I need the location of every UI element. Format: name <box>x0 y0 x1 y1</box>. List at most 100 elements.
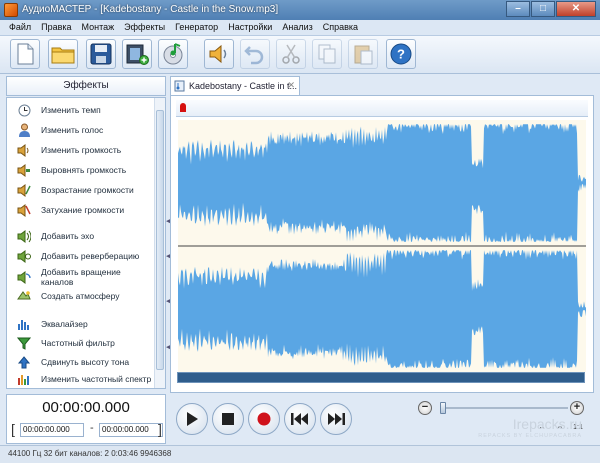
effect-equalizer[interactable]: Эквалайзер <box>17 317 152 331</box>
undo-icon <box>244 46 264 65</box>
tab-close-icon[interactable]: ✕ <box>287 80 295 91</box>
copy-button[interactable] <box>312 39 342 69</box>
open-button[interactable] <box>48 39 78 69</box>
reverb-icon <box>17 249 31 263</box>
watermark-sub: REPACKS BY ELCHUPACABRA <box>478 433 582 439</box>
effect-label: Частотный фильтр <box>41 338 115 348</box>
effect-frequency-filter[interactable]: Частотный фильтр <box>17 336 152 350</box>
menu-generator[interactable]: Генератор <box>170 20 223 35</box>
add-music-cd-icon <box>163 43 183 65</box>
copy-icon <box>318 44 336 64</box>
effect-label: Изменить частотный спектр <box>41 374 152 384</box>
zoom-in-button[interactable]: + <box>570 401 584 415</box>
filter-icon <box>17 336 31 350</box>
atmosphere-icon <box>17 289 31 303</box>
effect-create-atmosphere[interactable]: Создать атмосферу <box>17 289 152 303</box>
effect-change-volume[interactable]: Изменить громкость <box>17 143 152 157</box>
clock-icon <box>17 103 31 117</box>
effect-level-volume[interactable]: Выровнять громкость <box>17 163 152 177</box>
timeline-ruler[interactable] <box>176 100 588 117</box>
audio-player-button[interactable] <box>204 39 234 69</box>
zoom-out-button[interactable]: − <box>418 401 432 415</box>
menu-edit[interactable]: Правка <box>36 20 76 35</box>
document-tabs: Kadebostany - Castle in t... ✕ <box>170 76 594 96</box>
playhead-marker[interactable] <box>180 103 186 112</box>
pitch-icon <box>17 355 31 369</box>
undo-button[interactable] <box>240 39 270 69</box>
svg-text:?: ? <box>397 47 405 62</box>
add-video-button[interactable] <box>122 39 152 69</box>
record-button[interactable] <box>248 403 280 435</box>
effect-change-tempo[interactable]: Изменить темп <box>17 103 152 117</box>
play-button[interactable] <box>176 403 208 435</box>
volume-down-icon <box>17 203 31 217</box>
effects-list: Изменить темп Изменить голос Изменить гр… <box>6 97 166 389</box>
effect-pitch-shift[interactable]: Сдвинуть высоту тона <box>17 355 152 369</box>
effect-label: Изменить темп <box>41 105 101 115</box>
time-panel: 00:00:00.000 [ 00:00:00.000 - 00:00:00.0… <box>6 394 166 444</box>
title-bar: АудиоМАСТЕР - [Kadebostany - Castle in t… <box>0 0 600 20</box>
effect-change-spectrum[interactable]: Изменить частотный спектр <box>17 372 152 386</box>
bracket-right: ] <box>158 421 162 437</box>
selection-end-field[interactable]: 00:00:00.000 <box>99 423 163 437</box>
stop-icon <box>222 413 234 425</box>
menu-help[interactable]: Справка <box>318 20 363 35</box>
new-file-button[interactable] <box>10 39 40 69</box>
waveform[interactable] <box>178 120 586 372</box>
timeline-scrollbar[interactable] <box>177 372 585 383</box>
menu-effects[interactable]: Эффекты <box>119 20 170 35</box>
menu-analysis[interactable]: Анализ <box>277 20 317 35</box>
selection-start-field[interactable]: 00:00:00.000 <box>20 423 84 437</box>
effect-volume-up[interactable]: Возрастание громкости <box>17 183 152 197</box>
effect-label: Выровнять громкость <box>41 165 127 175</box>
paste-button[interactable] <box>348 39 378 69</box>
effect-change-voice[interactable]: Изменить голос <box>17 123 152 137</box>
maximize-button[interactable]: □ <box>531 1 555 17</box>
save-button[interactable] <box>86 39 116 69</box>
close-button[interactable]: ✕ <box>556 1 596 17</box>
rotate-channels-icon <box>17 270 31 284</box>
save-icon <box>90 43 112 65</box>
menu-file[interactable]: Файл <box>4 20 36 35</box>
cut-icon <box>282 44 300 64</box>
effect-label: Возрастание громкости <box>41 185 134 195</box>
effect-label: Добавить реверберацию <box>41 251 140 261</box>
range-separator: - <box>90 422 94 434</box>
effect-add-echo[interactable]: Добавить эхо <box>17 229 152 243</box>
add-video-icon <box>126 44 149 65</box>
echo-icon <box>17 229 31 243</box>
app-icon <box>4 3 18 17</box>
effect-label: Сдвинуть высоту тона <box>41 357 130 367</box>
menu-montage[interactable]: Монтаж <box>77 20 120 35</box>
rewind-button[interactable] <box>284 403 316 435</box>
cut-button[interactable] <box>276 39 306 69</box>
tab-audio-file[interactable]: Kadebostany - Castle in t... ✕ <box>170 76 300 95</box>
menu-settings[interactable]: Настройки <box>223 20 277 35</box>
tab-label: Kadebostany - Castle in t... <box>189 81 298 91</box>
effect-add-reverb[interactable]: Добавить реверберацию <box>17 249 152 263</box>
current-time: 00:00:00.000 <box>42 399 130 416</box>
record-icon <box>257 412 271 426</box>
effects-scrollbar[interactable] <box>154 98 165 388</box>
level-volume-icon <box>17 163 31 177</box>
minimize-button[interactable]: – <box>506 1 530 17</box>
stop-button[interactable] <box>212 403 244 435</box>
rewind-icon <box>291 413 308 425</box>
spectrum-icon <box>17 372 31 386</box>
status-bar: 44100 Гц 32 бит каналов: 2 0:03:46 99463… <box>0 416 600 463</box>
open-folder-icon <box>51 47 75 64</box>
effect-label: Добавить вращение каналов <box>41 267 121 287</box>
forward-button[interactable] <box>320 403 352 435</box>
zoom-slider-thumb[interactable] <box>439 402 446 414</box>
effect-volume-down[interactable]: Затухание громкости <box>17 203 152 217</box>
volume-up-icon <box>17 183 31 197</box>
effects-panel-header[interactable]: Эффекты <box>6 76 166 96</box>
help-button[interactable]: ? <box>386 39 416 69</box>
scrollbar-thumb[interactable] <box>156 110 164 370</box>
add-music-cd-button[interactable] <box>158 39 188 69</box>
effect-label: Изменить голос <box>41 125 104 135</box>
zoom-track[interactable] <box>440 407 568 409</box>
new-file-icon <box>17 43 34 65</box>
effect-rotate-channels[interactable]: Добавить вращение каналов <box>17 267 152 287</box>
person-icon <box>17 123 31 137</box>
